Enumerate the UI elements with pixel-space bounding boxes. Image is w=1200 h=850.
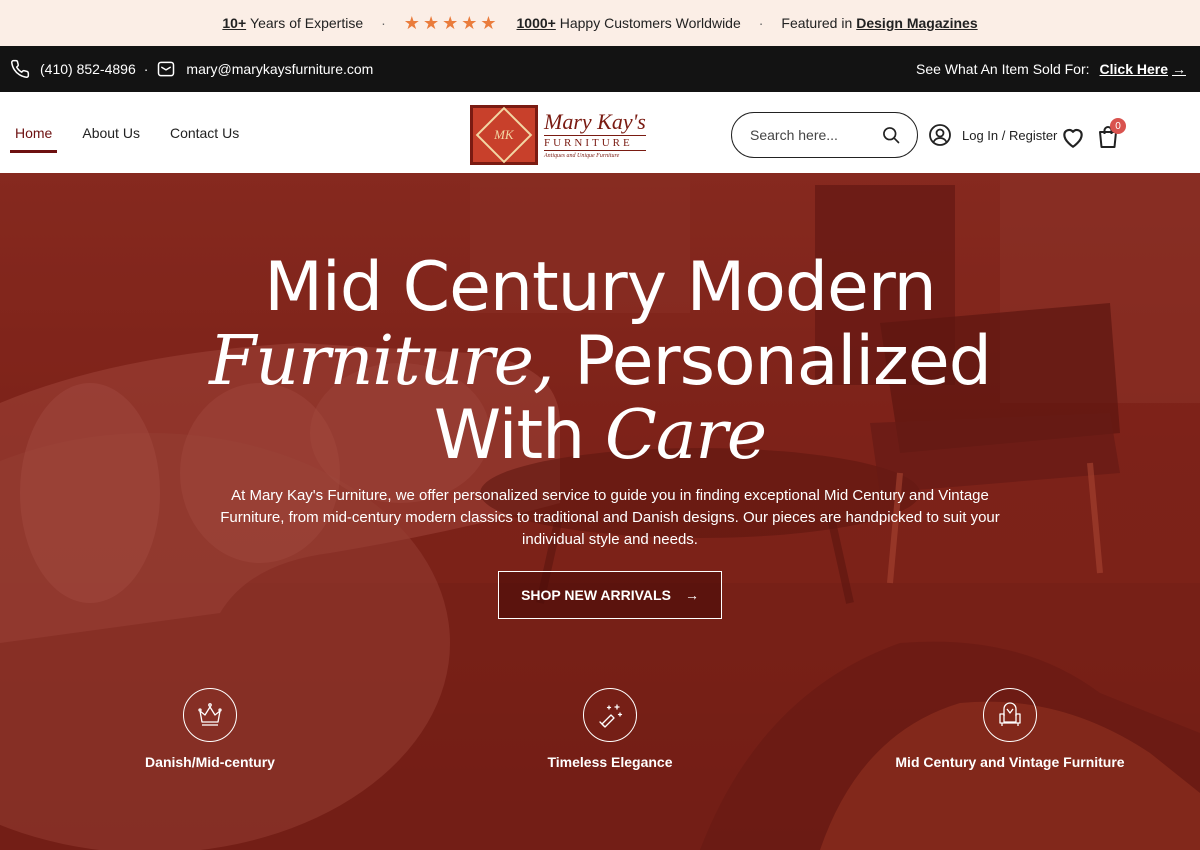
crown-icon	[198, 703, 222, 726]
star-icon: ★	[422, 13, 440, 33]
logo-wordmark: Mary Kay's FURNITURE Antiques and Unique…	[544, 111, 646, 159]
rating-stars: ★ ★ ★ ★ ★	[404, 14, 497, 32]
customers-text: Happy Customers Worldwide	[559, 15, 741, 31]
featured-text: Featured in	[781, 15, 853, 31]
hero-line-3: With	[433, 396, 605, 475]
separator-dot: ·	[758, 15, 764, 31]
feature-timeless-elegance: Timeless Elegance	[480, 688, 740, 770]
logo-word: FURNITURE	[544, 135, 646, 151]
account-link[interactable]: Log In / Register	[928, 115, 1057, 155]
site-logo[interactable]: MK Mary Kay's FURNITURE Antiques and Uni…	[470, 104, 650, 166]
logo-monogram-text: MK	[494, 127, 514, 142]
hero-line-3-italic: Care	[604, 396, 767, 475]
email-address: mary@marykaysfurniture.com	[186, 61, 374, 77]
hero-line-1: Mid Century Modern	[264, 248, 936, 327]
user-icon	[929, 124, 951, 146]
nav-contact-us[interactable]: Contact Us	[165, 113, 244, 153]
phone-contact[interactable]: (410) 852-4896	[10, 59, 136, 79]
nav-home[interactable]: Home	[10, 113, 58, 153]
login-register-label: Log In / Register	[962, 127, 1058, 143]
phone-number: (410) 852-4896	[40, 61, 136, 77]
wishlist-heart-icon[interactable]	[1060, 124, 1086, 150]
arrow-right-icon: →	[684, 587, 699, 603]
hero-section: Mid Century Modern Furniture, Personaliz…	[0, 173, 1200, 850]
nav-about-us[interactable]: About Us	[77, 113, 145, 153]
hero-heading: Mid Century Modern Furniture, Personaliz…	[0, 251, 1200, 473]
search-icon[interactable]	[881, 125, 901, 145]
search-placeholder: Search here...	[750, 127, 838, 143]
contact-info: (410) 852-4896 · mary@marykaysfurniture.…	[10, 59, 373, 79]
hero-line-2-italic: Furniture,	[209, 322, 555, 401]
contact-bar: (410) 852-4896 · mary@marykaysfurniture.…	[0, 46, 1200, 92]
armchair-icon	[999, 702, 1021, 726]
logo-script: Mary Kay's	[544, 109, 646, 134]
feature-icon-circle	[183, 688, 237, 742]
item-sold-text: See What An Item Sold For:	[915, 61, 1090, 77]
sparkle-brush-icon	[599, 704, 623, 728]
logo-tagline: Antiques and Unique Furniture	[544, 153, 620, 159]
arrow-right-icon: →	[1172, 61, 1186, 77]
design-magazines-link[interactable]: Design Magazines	[856, 15, 977, 31]
logo-monogram: MK	[470, 105, 538, 165]
years-of-expertise: 10+ Years of Expertise	[222, 15, 363, 31]
feature-danish-mid-century: Danish/Mid-century	[80, 688, 340, 770]
happy-customers: 1000+ Happy Customers Worldwide	[517, 15, 741, 31]
search-input[interactable]: Search here...	[731, 112, 918, 158]
feature-label: Mid Century and Vintage Furniture	[895, 754, 1125, 770]
star-icon: ★	[480, 13, 497, 33]
main-nav: Home About Us Contact Us	[10, 92, 244, 173]
separator-dot: ·	[381, 15, 386, 31]
announcement-bar: 10+ Years of Expertise · ★ ★ ★ ★ ★ 1000+…	[0, 0, 1200, 46]
feature-label: Timeless Elegance	[547, 754, 673, 770]
star-icon: ★	[403, 13, 420, 33]
years-text: Years of Expertise	[250, 15, 364, 31]
shop-new-arrivals-button[interactable]: SHOP NEW ARRIVALS →	[498, 571, 722, 619]
item-sold-lookup: See What An Item Sold For: Click Here →	[916, 61, 1186, 77]
email-icon	[158, 61, 175, 77]
feature-vintage-furniture: Mid Century and Vintage Furniture	[880, 688, 1140, 770]
email-contact[interactable]: mary@marykaysfurniture.com	[156, 59, 373, 79]
customers-number: 1000+	[516, 15, 556, 31]
years-number: 10+	[222, 15, 247, 31]
feature-icon-circle	[583, 688, 637, 742]
click-here-label: Click Here	[1099, 61, 1168, 77]
phone-icon	[11, 59, 30, 78]
separator-dot: ·	[143, 61, 149, 77]
hero-line-2: Personalized	[553, 322, 992, 401]
star-icon: ★	[442, 13, 459, 33]
star-icon: ★	[461, 13, 478, 33]
feature-label: Danish/Mid-century	[145, 754, 275, 770]
click-here-link[interactable]: Click Here →	[1100, 61, 1186, 77]
hero-description: At Mary Kay's Furniture, we offer person…	[220, 487, 1000, 548]
cart-count-badge: 0	[1110, 118, 1126, 134]
site-header: Home About Us Contact Us MK Mary Kay's F…	[0, 92, 1200, 173]
featured-in: Featured in Design Magazines	[781, 15, 977, 31]
cta-label: SHOP NEW ARRIVALS	[521, 587, 671, 603]
feature-icon-circle	[983, 688, 1037, 742]
